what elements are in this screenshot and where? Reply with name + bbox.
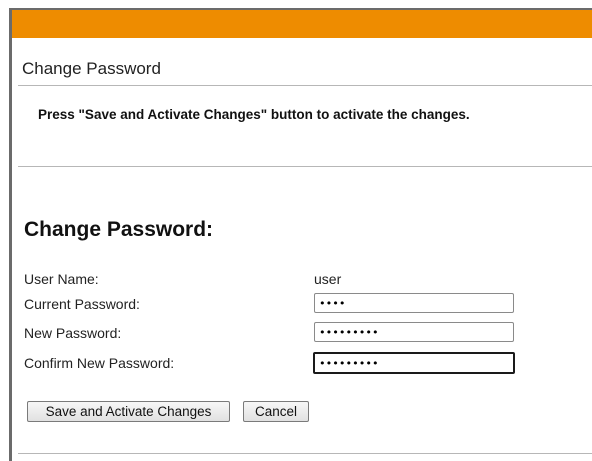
divider [18, 166, 592, 167]
new-password-field[interactable] [314, 322, 514, 342]
divider [18, 85, 592, 86]
divider [18, 453, 592, 454]
current-password-field[interactable] [314, 293, 514, 313]
save-and-activate-button[interactable]: Save and Activate Changes [27, 401, 230, 422]
confirm-password-field[interactable] [313, 352, 515, 374]
current-password-label: Current Password: [24, 296, 140, 312]
confirm-password-label: Confirm New Password: [24, 355, 175, 371]
section-title: Change Password [22, 59, 161, 78]
user-name-label: User Name: [24, 271, 99, 287]
form-heading: Change Password: [24, 218, 214, 241]
user-name-value: user [314, 271, 342, 287]
page-frame: Change Password Press "Save and Activate… [0, 0, 592, 461]
header-bar [12, 10, 592, 38]
cancel-button[interactable]: Cancel [243, 401, 309, 422]
activation-notice: Press "Save and Activate Changes" button… [38, 107, 470, 122]
top-sliver [0, 0, 592, 8]
frame-left-border [9, 8, 12, 461]
new-password-label: New Password: [24, 325, 122, 341]
